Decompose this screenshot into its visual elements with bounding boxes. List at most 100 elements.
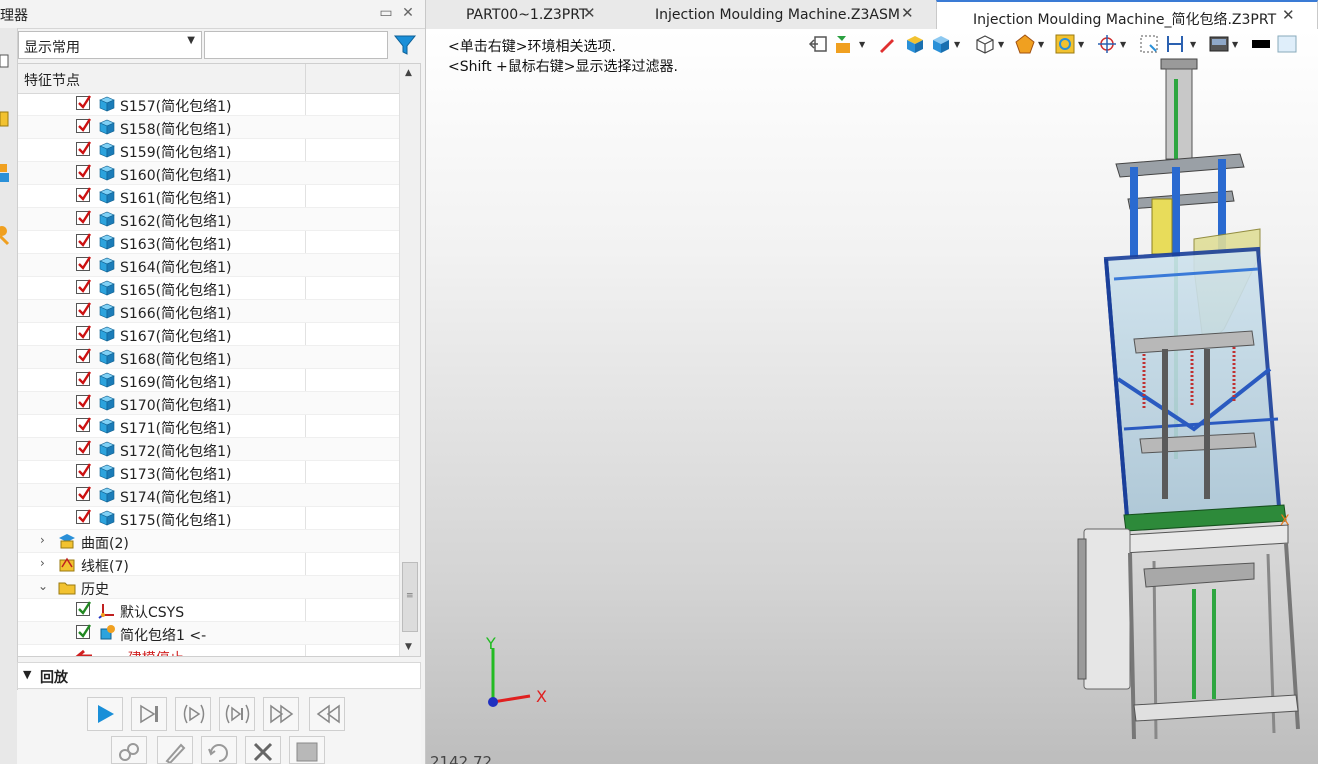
- pencil-highlight-icon[interactable]: [876, 33, 898, 55]
- step-forward-button[interactable]: [131, 697, 167, 731]
- strip-folder-icon[interactable]: [0, 108, 14, 130]
- tree-scrollbar[interactable]: ▲ ≡ ▼: [399, 64, 420, 656]
- tab-part00[interactable]: PART00~1.Z3PRT ✕: [426, 0, 611, 29]
- tab-injection-asm[interactable]: Injection Moulding Machine.Z3ASM ✕: [626, 0, 924, 29]
- visibility-checkbox[interactable]: [76, 348, 91, 363]
- rewind-button[interactable]: [309, 697, 345, 731]
- visibility-checkbox[interactable]: [76, 417, 91, 432]
- tree-item[interactable]: S169(简化包络1): [18, 369, 399, 392]
- tree-item[interactable]: S162(简化包络1): [18, 208, 399, 231]
- chevron-down-icon[interactable]: ⌄: [38, 579, 50, 593]
- visibility-checkbox[interactable]: [76, 624, 91, 639]
- visibility-checkbox[interactable]: [76, 279, 91, 294]
- chevron-down-icon[interactable]: ▼: [859, 40, 865, 49]
- visibility-checkbox[interactable]: [76, 302, 91, 317]
- tree-item[interactable]: S168(简化包络1): [18, 346, 399, 369]
- tree-item[interactable]: S159(简化包络1): [18, 139, 399, 162]
- visibility-checkbox[interactable]: [76, 371, 91, 386]
- visibility-checkbox[interactable]: [76, 118, 91, 133]
- tree-column-header[interactable]: 特征节点: [24, 70, 80, 90]
- filter-select-icon[interactable]: [834, 33, 856, 55]
- playback-section-header[interactable]: ▼ 回放: [17, 662, 421, 689]
- scroll-thumb[interactable]: ≡: [402, 562, 418, 632]
- collapse-caret-icon[interactable]: ▼: [23, 668, 31, 681]
- tree-item[interactable]: S167(简化包络1): [18, 323, 399, 346]
- visibility-checkbox[interactable]: [76, 463, 91, 478]
- tree-item[interactable]: S174(简化包络1): [18, 484, 399, 507]
- tree-item[interactable]: S158(简化包络1): [18, 116, 399, 139]
- chevron-down-icon[interactable]: ▼: [1120, 40, 1126, 49]
- visibility-checkbox[interactable]: [76, 440, 91, 455]
- visibility-checkbox[interactable]: [76, 601, 91, 616]
- edit-button[interactable]: [157, 736, 193, 764]
- column-divider[interactable]: [305, 64, 306, 93]
- tree-group-surfaces[interactable]: › 曲面(2): [18, 530, 399, 553]
- tree-item[interactable]: S170(简化包络1): [18, 392, 399, 415]
- view-orientation-icon[interactable]: [974, 33, 996, 55]
- display-filter-select[interactable]: 显示常用 ▼: [18, 31, 202, 59]
- visibility-checkbox[interactable]: [76, 141, 91, 156]
- disabled-button[interactable]: [289, 736, 325, 764]
- chevron-down-icon[interactable]: ▼: [1078, 40, 1084, 49]
- replay-button[interactable]: [201, 736, 237, 764]
- panel-restore-icon[interactable]: ▭: [378, 5, 394, 21]
- visibility-checkbox[interactable]: [76, 325, 91, 340]
- tree-item[interactable]: S157(简化包络1): [18, 93, 399, 116]
- chevron-right-icon[interactable]: ›: [40, 533, 52, 547]
- visibility-checkbox[interactable]: [76, 164, 91, 179]
- chevron-down-icon[interactable]: ▼: [998, 40, 1004, 49]
- visibility-checkbox[interactable]: [76, 95, 91, 110]
- play-button[interactable]: [87, 697, 123, 731]
- history-item-csys[interactable]: 默认CSYS: [18, 599, 399, 622]
- close-icon[interactable]: ✕: [901, 4, 914, 22]
- step-over-button[interactable]: [219, 697, 255, 731]
- scroll-up-icon[interactable]: ▲: [405, 68, 412, 78]
- close-icon[interactable]: ✕: [1282, 6, 1295, 24]
- panel-close-icon[interactable]: ✕: [400, 5, 416, 21]
- strip-user-icon[interactable]: [0, 224, 14, 246]
- tab-injection-simplified[interactable]: Injection Moulding Machine_简化包络.Z3PRT ✕: [936, 0, 1318, 30]
- tree-search-input[interactable]: [204, 31, 388, 59]
- shaded-box-icon[interactable]: [904, 33, 926, 55]
- tree-group-history[interactable]: ⌄ 历史: [18, 576, 399, 599]
- tree-item[interactable]: S161(简化包络1): [18, 185, 399, 208]
- tree-item[interactable]: S160(简化包络1): [18, 162, 399, 185]
- filter-icon[interactable]: [393, 33, 417, 57]
- history-stop-marker[interactable]: ----- 建模停止 -----: [18, 645, 399, 656]
- fast-forward-button[interactable]: [263, 697, 299, 731]
- tree-item[interactable]: S166(简化包络1): [18, 300, 399, 323]
- chevron-right-icon[interactable]: ›: [40, 556, 52, 570]
- visibility-checkbox[interactable]: [76, 210, 91, 225]
- history-item-envelope[interactable]: 简化包络1 <-: [18, 622, 399, 645]
- visibility-checkbox[interactable]: [76, 486, 91, 501]
- tree-item[interactable]: S175(简化包络1): [18, 507, 399, 530]
- chevron-down-icon[interactable]: ▼: [1232, 40, 1238, 49]
- exit-icon[interactable]: [808, 33, 830, 55]
- tree-item[interactable]: S171(简化包络1): [18, 415, 399, 438]
- chevron-down-icon[interactable]: ▼: [1190, 40, 1196, 49]
- injection-machine-model[interactable]: X: [1044, 49, 1318, 749]
- step-into-button[interactable]: [175, 697, 211, 731]
- graphics-viewport[interactable]: <单击右键>环境相关选项. <Shift +鼠标右键>显示选择过滤器. ▼ ▼ …: [426, 29, 1318, 764]
- link-button[interactable]: [111, 736, 147, 764]
- visibility-checkbox[interactable]: [76, 187, 91, 202]
- strip-part-icon[interactable]: [0, 50, 14, 72]
- tree-item[interactable]: S164(简化包络1): [18, 254, 399, 277]
- visibility-checkbox[interactable]: [76, 256, 91, 271]
- tree-item[interactable]: S173(简化包络1): [18, 461, 399, 484]
- chevron-down-icon[interactable]: ▼: [1038, 40, 1044, 49]
- scroll-down-icon[interactable]: ▼: [405, 642, 412, 652]
- tree-item[interactable]: S163(简化包络1): [18, 231, 399, 254]
- visibility-checkbox[interactable]: [76, 394, 91, 409]
- dynamic-view-icon[interactable]: [1014, 33, 1036, 55]
- visibility-checkbox[interactable]: [76, 233, 91, 248]
- tree-group-wireframe[interactable]: › 线框(7): [18, 553, 399, 576]
- tree-item[interactable]: S172(简化包络1): [18, 438, 399, 461]
- delete-button[interactable]: [245, 736, 281, 764]
- render-mode-icon[interactable]: [930, 33, 952, 55]
- strip-assembly-icon[interactable]: [0, 162, 14, 184]
- close-icon[interactable]: ✕: [583, 4, 596, 22]
- chevron-down-icon[interactable]: ▼: [954, 40, 960, 49]
- visibility-checkbox[interactable]: [76, 509, 91, 524]
- tree-item[interactable]: S165(简化包络1): [18, 277, 399, 300]
